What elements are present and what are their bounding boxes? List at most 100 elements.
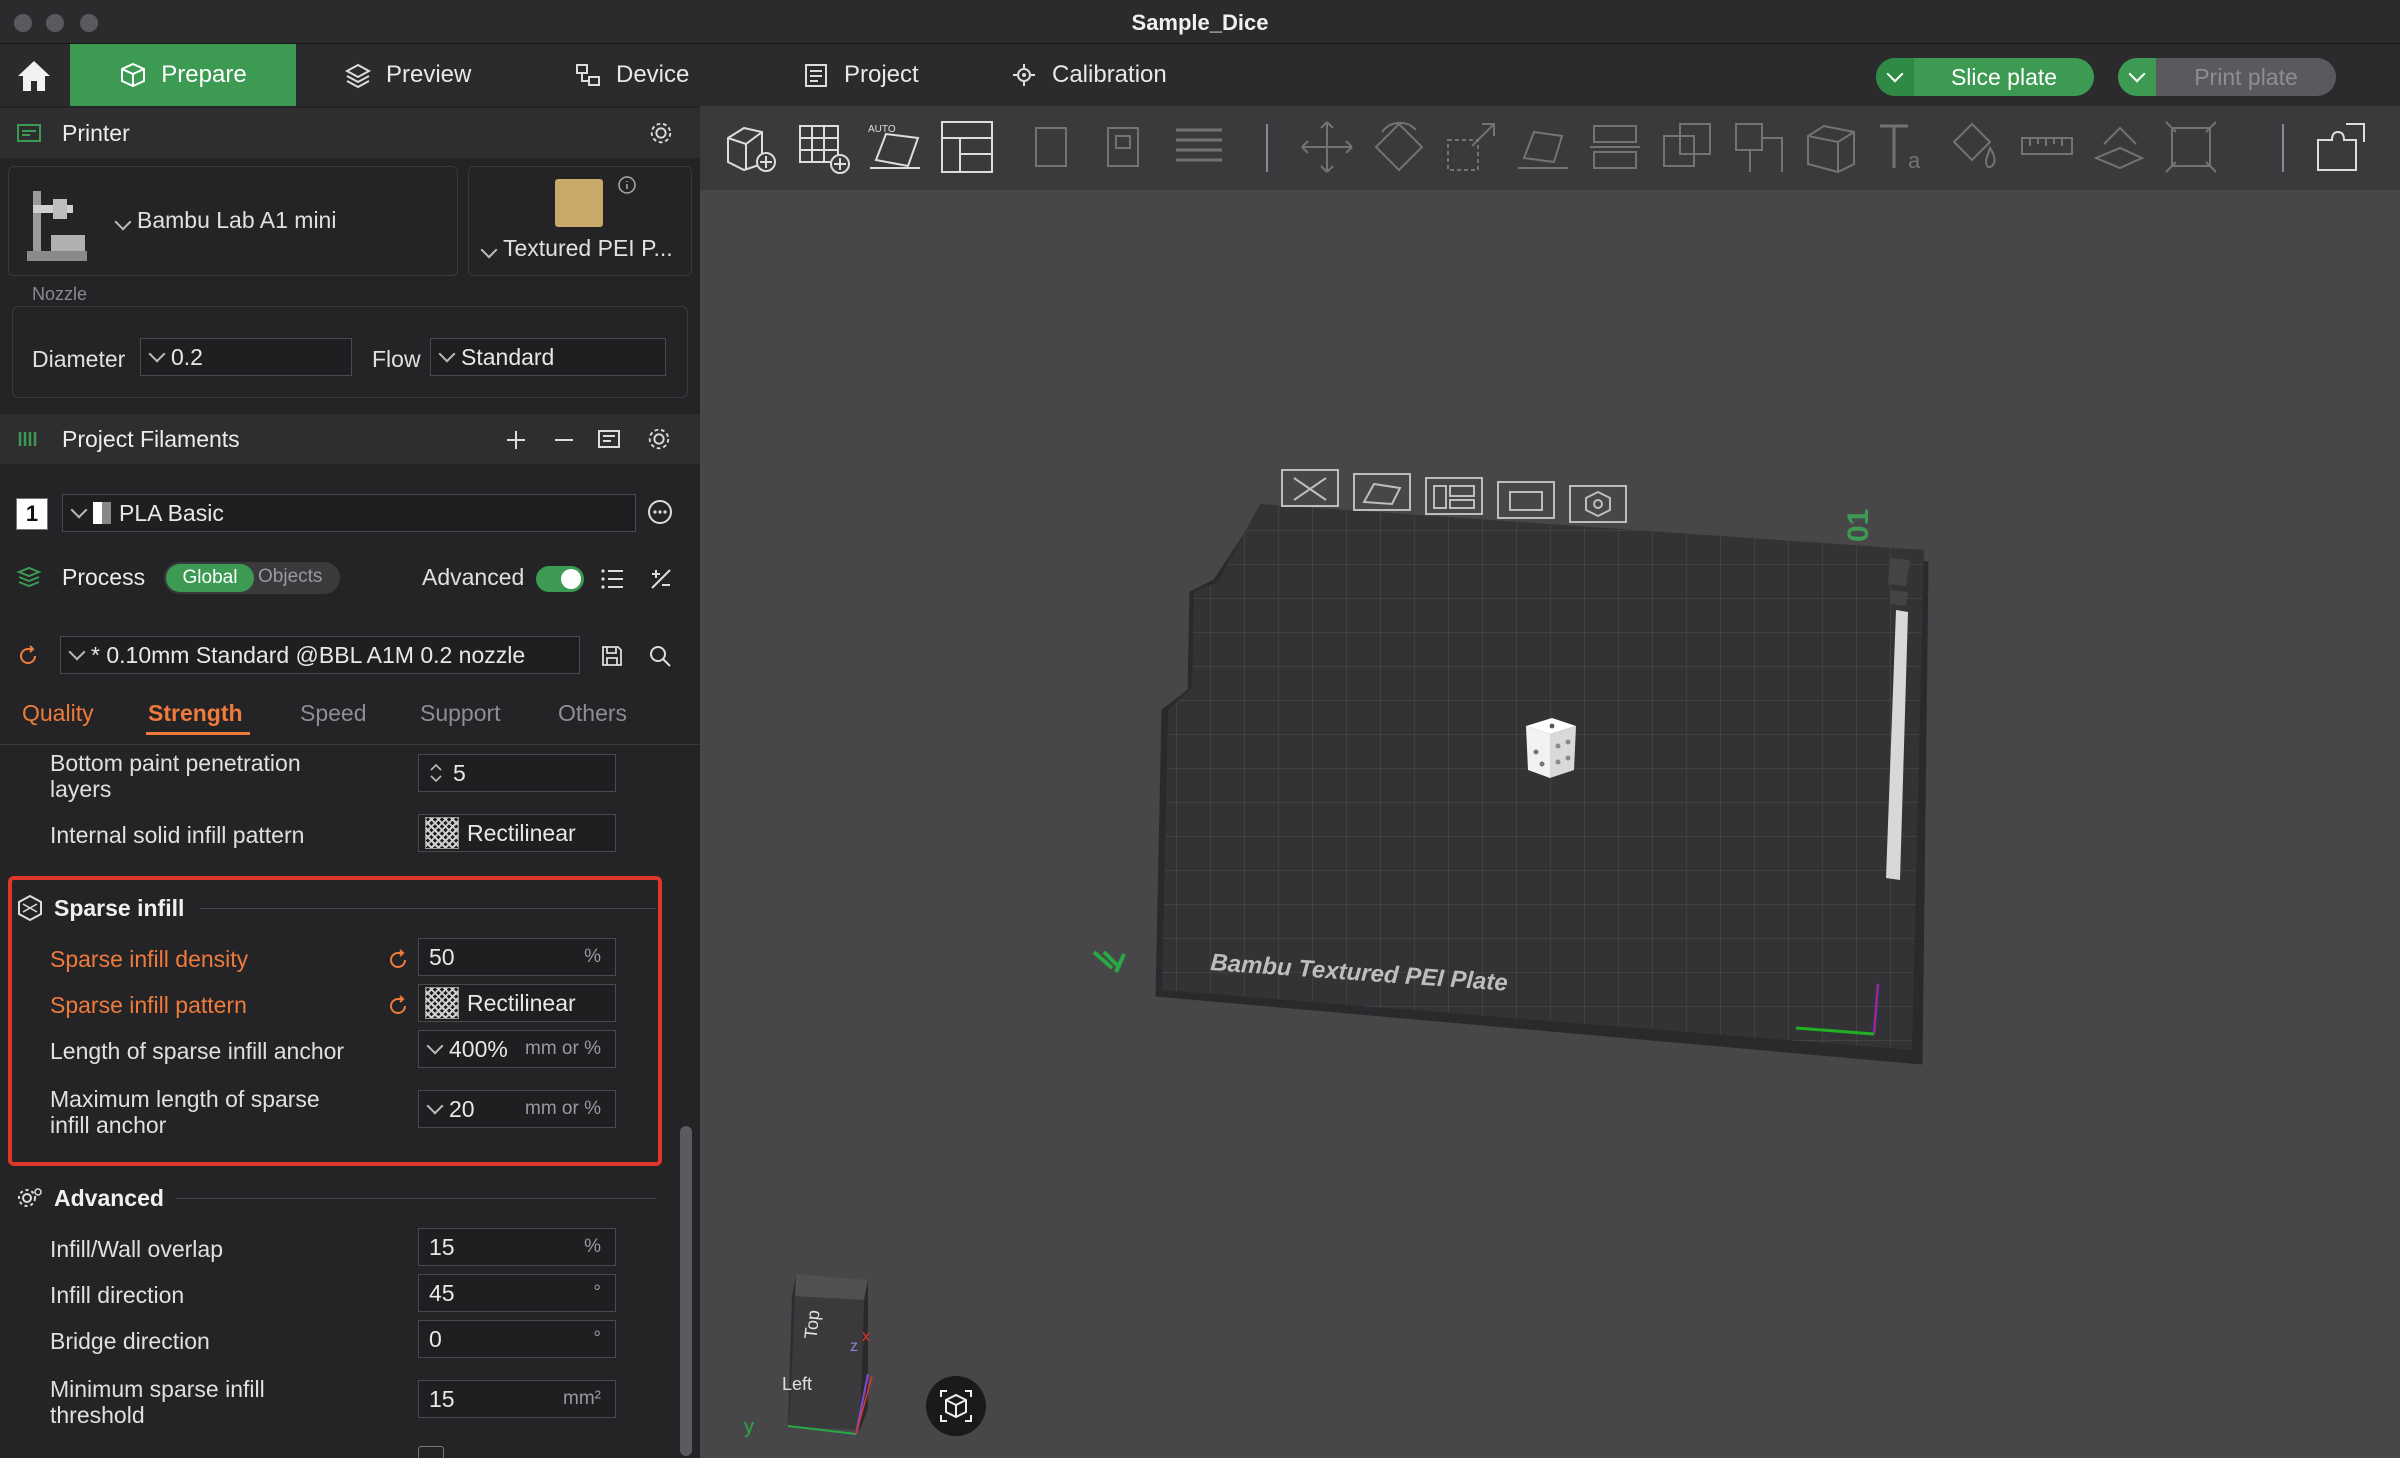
info-icon[interactable] xyxy=(617,175,637,195)
tab-preview[interactable]: Preview xyxy=(344,44,471,106)
build-plate-scene[interactable]: 01 Bambu Textured PEI Plate xyxy=(700,190,2400,1458)
cube-icon xyxy=(121,62,146,88)
process-preset-select[interactable]: * 0.10mm Standard @BBL A1M 0.2 nozzle xyxy=(60,636,580,674)
calibration-icon xyxy=(1013,64,1035,86)
bottom-paint-label: Bottom paint penetration xyxy=(50,750,301,776)
navigation-cube[interactable]: Top Left z x y xyxy=(744,1268,880,1448)
fit-view-button[interactable] xyxy=(2162,118,2220,176)
boolean-button[interactable] xyxy=(1658,118,1716,176)
arrange-button[interactable] xyxy=(938,118,996,176)
filament-select[interactable]: PLA Basic xyxy=(62,494,636,532)
tab-prepare[interactable]: Prepare xyxy=(70,44,296,106)
diameter-select[interactable]: 0.2 xyxy=(140,338,352,376)
checkbox[interactable] xyxy=(418,1446,444,1458)
tab-label: Prepare xyxy=(161,61,247,88)
tab-speed[interactable]: Speed xyxy=(300,700,367,727)
slice-plate-button[interactable]: Slice plate xyxy=(1876,58,2094,96)
infill-direction-input[interactable]: 45 ° xyxy=(418,1274,616,1312)
reset-icon[interactable] xyxy=(386,994,410,1018)
bottom-paint-stepper[interactable]: 5 xyxy=(418,754,616,792)
color-paint-button[interactable] xyxy=(1946,118,2004,176)
add-object-button[interactable] xyxy=(722,118,780,176)
support-paint-button[interactable] xyxy=(1730,118,1788,176)
scale-button[interactable] xyxy=(1442,118,1500,176)
cube-face-top: Top xyxy=(800,1308,824,1340)
anchor-length-select[interactable]: 400% mm or % xyxy=(418,1030,616,1068)
list-icon[interactable] xyxy=(600,566,626,592)
puzzle-icon xyxy=(2317,123,2365,171)
rotate-button[interactable] xyxy=(1370,118,1428,176)
sparse-density-input[interactable]: 50 % xyxy=(418,938,616,976)
gear-icon[interactable] xyxy=(648,120,674,146)
orient-plate-icon[interactable] xyxy=(1353,473,1411,511)
chevron-down-icon[interactable] xyxy=(1876,58,1914,96)
scope-objects[interactable]: Objects xyxy=(258,566,322,588)
split-parts-button[interactable] xyxy=(1098,118,1156,176)
advanced-toggle[interactable] xyxy=(536,566,584,592)
plate-selector[interactable]: Textured PEI P... xyxy=(468,166,692,276)
dice-object[interactable] xyxy=(1526,718,1576,778)
printer-icon xyxy=(17,124,41,142)
max-anchor-label: Maximum length of sparse xyxy=(50,1086,320,1112)
bridge-direction-input[interactable]: 0 ° xyxy=(418,1320,616,1358)
tab-project[interactable]: Project xyxy=(802,44,919,106)
variable-layer-height-button[interactable] xyxy=(2312,118,2370,176)
scope-global[interactable]: Global xyxy=(166,564,254,592)
cut-button[interactable] xyxy=(1586,118,1644,176)
cube-reset-icon xyxy=(940,1390,972,1422)
tab-calibration[interactable]: Calibration xyxy=(1010,44,1167,106)
lock-plate-icon[interactable] xyxy=(1497,481,1555,519)
min-sparse-input[interactable]: 15 mm² xyxy=(418,1380,616,1418)
reset-icon[interactable] xyxy=(16,644,40,668)
ruler-icon xyxy=(2021,137,2073,155)
chevron-down-icon[interactable] xyxy=(2118,58,2156,96)
window-title: Sample_Dice xyxy=(1131,10,1269,35)
internal-solid-pattern-select[interactable]: Rectilinear xyxy=(418,814,616,852)
active-tab-underline xyxy=(146,732,250,735)
overlap-input[interactable]: 15 % xyxy=(418,1228,616,1266)
group-divider xyxy=(176,1198,656,1199)
tab-quality[interactable]: Quality xyxy=(22,700,94,727)
max-anchor-select[interactable]: 20 mm or % xyxy=(418,1090,616,1128)
layers-button[interactable] xyxy=(1170,118,1228,176)
move-button[interactable] xyxy=(1298,118,1356,176)
flow-select[interactable]: Standard xyxy=(430,338,666,376)
stepper-arrows-icon[interactable] xyxy=(429,761,443,785)
plate-thumbnail xyxy=(555,179,603,227)
tab-strength[interactable]: Strength xyxy=(148,700,243,727)
tab-others[interactable]: Others xyxy=(558,700,627,727)
min-sparse-label: Minimum sparse infill xyxy=(50,1376,265,1402)
print-plate-button[interactable]: Print plate xyxy=(2118,58,2336,96)
add-plate-button[interactable] xyxy=(794,118,852,176)
lay-on-face-button[interactable] xyxy=(1514,118,1572,176)
split-objects-button[interactable] xyxy=(1026,118,1084,176)
assembly-button[interactable] xyxy=(2090,118,2148,176)
save-icon[interactable] xyxy=(600,644,624,668)
filament-sync-icon[interactable] xyxy=(596,426,624,454)
text-button[interactable]: a xyxy=(1874,118,1932,176)
3d-viewport[interactable]: AUTO a 01 Bambu Textured PEI Plate Top L… xyxy=(700,106,2400,1458)
home-icon[interactable] xyxy=(14,56,54,96)
search-icon[interactable] xyxy=(648,644,672,668)
plus-icon[interactable] xyxy=(504,428,528,452)
printer-selector[interactable]: Bambu Lab A1 mini xyxy=(8,166,458,276)
measure-button[interactable] xyxy=(2018,118,2076,176)
compare-icon[interactable] xyxy=(648,566,674,592)
seam-paint-button[interactable] xyxy=(1802,118,1860,176)
view-reset-button[interactable] xyxy=(926,1376,986,1436)
auto-orient-button[interactable]: AUTO xyxy=(866,118,924,176)
reset-icon[interactable] xyxy=(386,948,410,972)
sparse-pattern-select[interactable]: Rectilinear xyxy=(418,984,616,1022)
tab-device[interactable]: Device xyxy=(574,44,689,106)
gear-icon[interactable] xyxy=(646,426,672,452)
minus-icon[interactable] xyxy=(552,428,576,452)
layer-lines-icon xyxy=(1176,128,1222,162)
add-cube-icon xyxy=(727,126,776,172)
tab-support[interactable]: Support xyxy=(420,700,501,727)
tab-label: Project xyxy=(844,61,919,88)
sidebar-scrollbar[interactable] xyxy=(680,1126,692,1456)
bottom-paint-label-line2: layers xyxy=(50,776,112,802)
scope-toggle[interactable]: Global Objects xyxy=(164,562,340,594)
more-options-icon[interactable] xyxy=(646,498,674,526)
tab-divider xyxy=(0,744,700,745)
